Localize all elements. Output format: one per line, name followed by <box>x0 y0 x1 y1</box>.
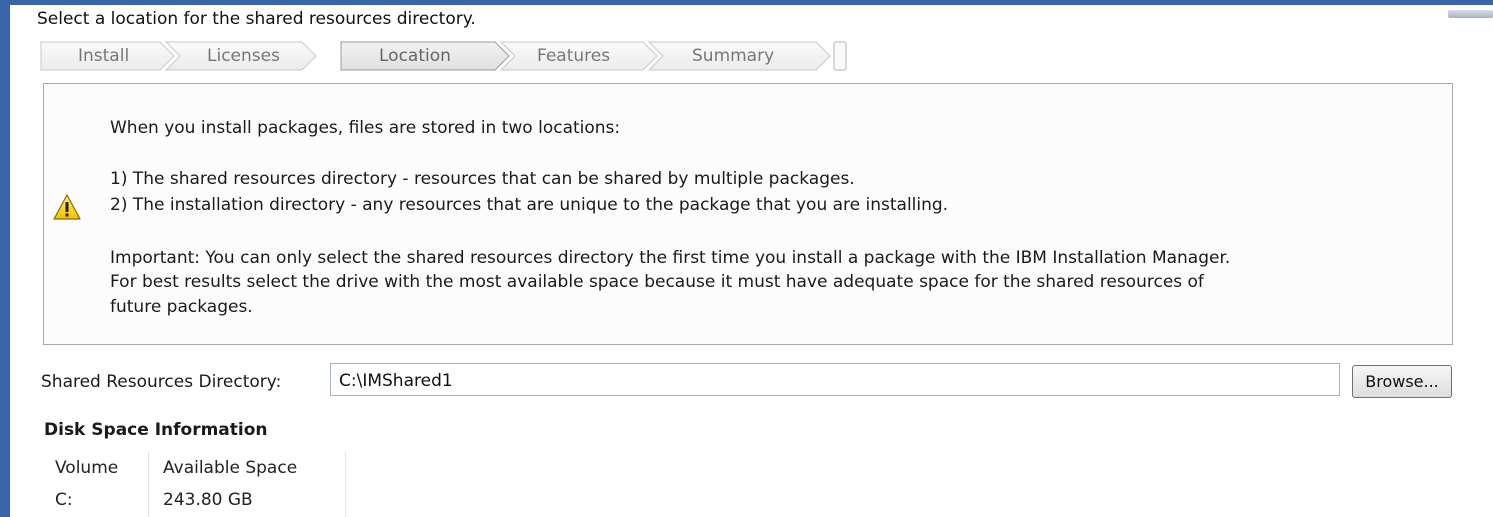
page-title: Select a location for the shared resourc… <box>37 9 476 29</box>
info-message-panel: When you install packages, files are sto… <box>43 83 1453 345</box>
window-edge-decoration <box>1448 10 1493 18</box>
shared-dir-input[interactable] <box>330 363 1340 396</box>
warning-icon <box>53 194 81 220</box>
message-item-2: 2) The installation directory - any reso… <box>110 195 949 215</box>
message-important-1: Important: You can only select the share… <box>110 248 1231 268</box>
table-cell-volume: C: <box>55 490 73 510</box>
shared-dir-label: Shared Resources Directory: <box>41 372 282 392</box>
message-intro: When you install packages, files are sto… <box>110 118 621 138</box>
message-item-1: 1) The shared resources directory - reso… <box>110 169 855 189</box>
message-important-2: For best results select the drive with t… <box>110 272 1204 292</box>
disk-space-table: Volume Available Space C: 243.80 GB <box>43 452 346 517</box>
column-header-available-space[interactable]: Available Space <box>163 458 297 478</box>
step-location-label: Location <box>379 46 451 66</box>
browse-button[interactable]: Browse... <box>1352 365 1452 398</box>
step-trailing-stub <box>833 41 847 71</box>
table-cell-available: 243.80 GB <box>163 490 253 510</box>
wizard-breadcrumb: Install Licenses Location Features Summa… <box>40 41 848 71</box>
message-important-3: future packages. <box>110 297 253 317</box>
column-header-volume[interactable]: Volume <box>55 458 118 478</box>
step-install-label: Install <box>78 46 130 66</box>
step-licenses-label: Licenses <box>207 46 280 66</box>
disk-space-heading: Disk Space Information <box>44 420 268 440</box>
step-features-label: Features <box>537 46 611 66</box>
column-divider <box>148 452 149 517</box>
step-summary-label: Summary <box>692 46 775 66</box>
